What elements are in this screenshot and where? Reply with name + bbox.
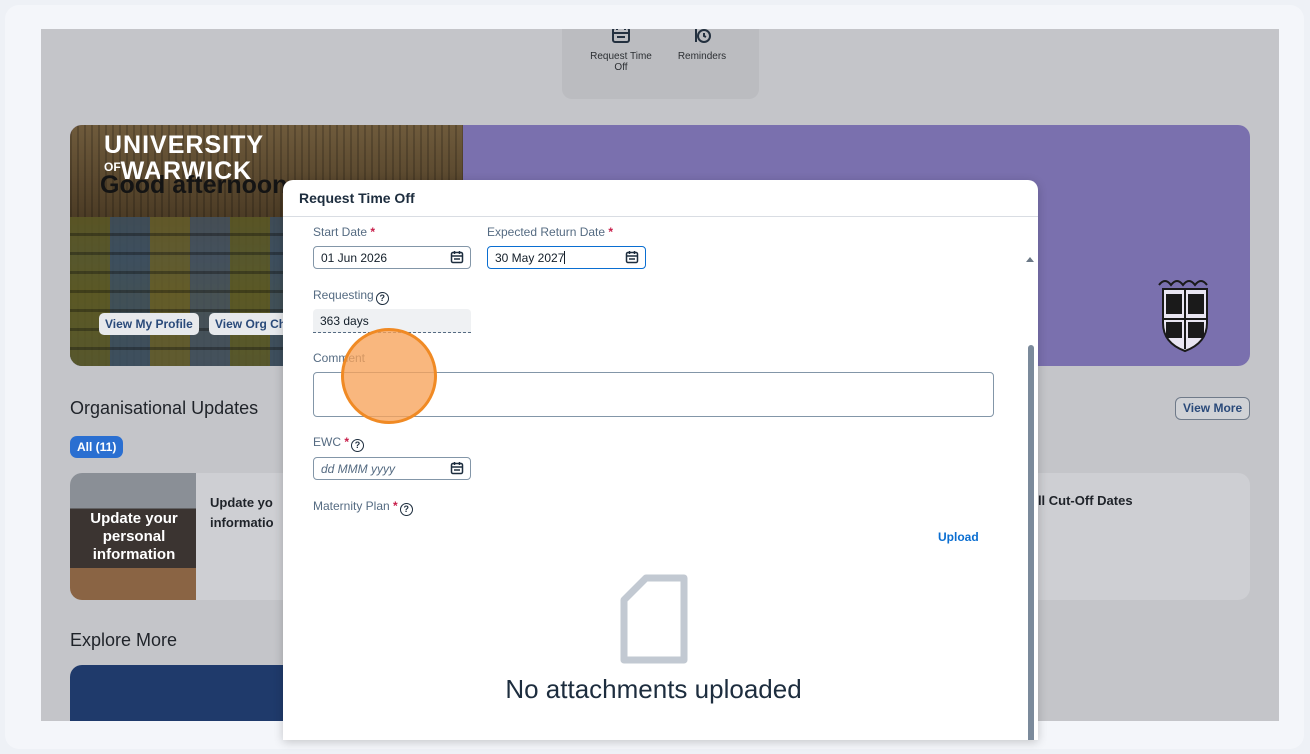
card-title: Update yo informatio — [210, 493, 274, 533]
no-attachments-message: No attachments uploaded — [505, 674, 802, 704]
required-mark: * — [608, 225, 614, 239]
view-my-profile-button[interactable]: View My Profile — [99, 313, 199, 335]
return-date-label: Expected Return Date * — [487, 225, 613, 239]
card-title-line2: informatio — [210, 515, 274, 530]
calendar-icon[interactable] — [625, 250, 639, 264]
shortcut-tiles: Request Time Off Reminders — [562, 29, 759, 99]
click-indicator — [341, 328, 437, 424]
required-mark: * — [393, 499, 398, 513]
filter-chip-all[interactable]: All (11) — [70, 436, 124, 458]
ewc-placeholder: dd MMM yyyy — [321, 462, 396, 476]
card-title-line1: Update yo — [210, 495, 273, 510]
help-icon[interactable]: ? — [399, 503, 413, 516]
card-image-caption: Update your personal information — [90, 510, 178, 563]
ewc-date-input[interactable]: dd MMM yyyy — [313, 457, 471, 480]
start-date-input[interactable]: 01 Jun 2026 — [313, 246, 471, 269]
greeting-text: Good afternoon — [100, 171, 288, 199]
organisational-updates-title: Organisational Updates — [70, 398, 259, 418]
help-icon[interactable]: ? — [375, 292, 389, 305]
university-crest-icon — [1157, 275, 1213, 355]
calendar-icon — [610, 29, 632, 45]
start-date-label-text: Start Date — [313, 225, 368, 239]
return-date-input[interactable]: 30 May 2027 — [487, 246, 646, 269]
dialog-title: Request Time Off — [283, 180, 1038, 217]
requesting-label: Requesting? — [313, 288, 389, 305]
calendar-icon[interactable] — [450, 250, 464, 264]
ewc-label: EWC *? — [313, 435, 365, 452]
empty-document-icon — [620, 574, 688, 664]
view-org-chart-button[interactable]: View Org Ch — [209, 313, 293, 335]
required-mark: * — [370, 225, 376, 239]
reminders-shortcut[interactable]: Reminders — [667, 29, 737, 62]
logo-text-university: UNIVERSITY — [104, 131, 265, 159]
shortcut-label: Request Time Off — [590, 51, 652, 73]
calendar-icon[interactable] — [450, 461, 464, 475]
request-time-off-shortcut[interactable]: Request Time Off — [586, 29, 656, 73]
start-date-label: Start Date * — [313, 225, 375, 239]
request-time-off-dialog: Request Time Off Start Date * 01 Jun 202… — [283, 180, 1038, 740]
view-more-button[interactable]: View More — [1175, 397, 1251, 420]
shortcut-label: Reminders — [677, 51, 727, 62]
return-date-value: 30 May 2027 — [495, 251, 565, 265]
return-date-label-text: Expected Return Date — [487, 225, 606, 239]
maternity-plan-label: Maternity Plan *? — [313, 499, 413, 516]
help-icon[interactable]: ? — [351, 439, 365, 452]
reminder-clock-icon — [691, 29, 713, 45]
start-date-value: 01 Jun 2026 — [321, 251, 388, 265]
requesting-label-text: Requesting — [313, 288, 374, 302]
ewc-label-text: EWC — [313, 435, 341, 449]
maternity-plan-label-text: Maternity Plan — [313, 499, 390, 513]
dialog-scrollbar[interactable] — [1028, 345, 1034, 740]
upload-button[interactable]: Upload — [938, 530, 979, 544]
required-mark: * — [344, 435, 350, 449]
text-cursor — [564, 251, 566, 264]
scroll-up-arrow-icon[interactable] — [1026, 257, 1034, 262]
dialog-body: Start Date * 01 Jun 2026 Expected Return… — [283, 217, 1038, 740]
explore-more-title: Explore More — [70, 630, 178, 650]
payroll-card-title[interactable]: oll Cut-Off Dates — [1030, 493, 1133, 508]
